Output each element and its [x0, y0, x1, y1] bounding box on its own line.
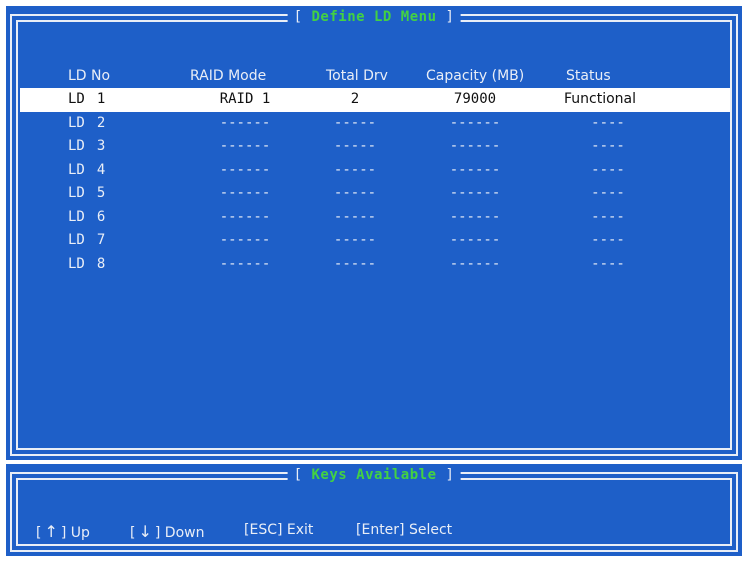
title-bracket-left: [: [293, 9, 303, 25]
total-drv-cell: -----: [333, 232, 377, 248]
raid-mode-cell: ------: [219, 232, 271, 248]
keys-border-outer: [10, 472, 738, 552]
up-arrow-icon: ↑: [44, 522, 58, 541]
ld-prefix: LD: [68, 208, 85, 225]
total-drv-cell: -----: [333, 114, 377, 131]
ld-number: 6: [96, 208, 106, 225]
status-cell: Functional: [564, 91, 637, 107]
enter-key: Enter: [361, 522, 400, 538]
col-ld-no: LD No: [68, 68, 111, 84]
table-header: LD No RAID Mode Total Drv Capacity (MB) …: [20, 64, 730, 88]
capacity-cell: ------: [449, 161, 501, 178]
key-hint-enter: [Enter] Select: [356, 522, 453, 538]
table-body: LD 1 RAID 1 2 79000 Functional LD 2 ------ ----- -…: [20, 88, 730, 276]
status-cell: ----: [591, 255, 625, 272]
ld-row[interactable]: LD 6 ------ ----- ------ ----: [20, 206, 730, 230]
raid-mode-cell: ------: [219, 255, 271, 272]
esc-key: ESC: [249, 522, 277, 538]
ld-label: LD 4: [68, 159, 105, 183]
bios-screen: [ Define LD Menu ] LD No RAID Mode Total…: [0, 0, 748, 562]
ld-prefix: LD: [68, 232, 85, 248]
raid-mode-cell: ------: [219, 114, 271, 131]
ld-table: LD No RAID Mode Total Drv Capacity (MB) …: [20, 64, 730, 276]
keys-title-text: Keys Available: [311, 467, 437, 483]
panel-title: [ Define LD Menu ]: [287, 9, 461, 25]
ld-prefix: LD: [68, 114, 85, 131]
ld-label: LD 5: [68, 182, 105, 206]
keys-title: [ Keys Available ]: [287, 467, 461, 483]
capacity-cell: ------: [449, 208, 501, 225]
key-hint-down-label: Down: [164, 525, 205, 541]
key-hint-up-label: Up: [70, 525, 90, 541]
status-cell: ----: [591, 232, 625, 248]
total-drv-cell: -----: [333, 161, 377, 178]
keys-bracket-left: [: [293, 467, 303, 483]
col-total-drv: Total Drv: [326, 68, 388, 84]
keys-bracket-right: ]: [445, 467, 455, 483]
define-ld-panel: [ Define LD Menu ] LD No RAID Mode Total…: [6, 6, 742, 460]
ld-label: LD 3: [68, 135, 105, 159]
key-hint-esc-label: Exit: [286, 522, 314, 538]
key-hint-down: [↓] Down: [130, 522, 205, 541]
ld-label: LD 6: [68, 206, 105, 230]
raid-mode-cell: RAID 1: [219, 91, 271, 107]
ld-prefix: LD: [68, 91, 85, 107]
ld-row[interactable]: LD 2 ------ ----- ------ ----: [20, 112, 730, 136]
ld-label: LD 1: [68, 88, 105, 112]
status-cell: ----: [591, 185, 625, 201]
raid-mode-cell: ------: [219, 208, 271, 225]
title-bracket-right: ]: [445, 9, 455, 25]
status-cell: ----: [591, 114, 625, 131]
total-drv-cell: 2: [350, 91, 360, 107]
ld-row[interactable]: LD 5 ------ ----- ------ ----: [20, 182, 730, 206]
panel-title-text: Define LD Menu: [311, 9, 437, 25]
status-cell: ----: [591, 138, 625, 154]
ld-number: 3: [96, 138, 106, 154]
total-drv-cell: -----: [333, 185, 377, 201]
ld-prefix: LD: [68, 138, 85, 154]
ld-number: 1: [96, 91, 106, 107]
keys-panel: [ Keys Available ] [↑] Up [↓] Down [ESC]…: [6, 464, 742, 556]
ld-number: 2: [96, 114, 106, 131]
col-raid-mode: RAID Mode: [190, 68, 267, 84]
ld-label: LD 2: [68, 112, 105, 136]
capacity-cell: ------: [449, 138, 501, 154]
raid-mode-cell: ------: [219, 185, 271, 201]
status-cell: ----: [591, 161, 625, 178]
ld-prefix: LD: [68, 161, 85, 178]
ld-number: 5: [96, 185, 106, 201]
raid-mode-cell: ------: [219, 161, 271, 178]
total-drv-cell: -----: [333, 208, 377, 225]
status-cell: ----: [591, 208, 625, 225]
capacity-cell: ------: [449, 232, 501, 248]
capacity-cell: ------: [449, 255, 501, 272]
ld-number: 7: [96, 232, 106, 248]
total-drv-cell: -----: [333, 138, 377, 154]
ld-label: LD 7: [68, 229, 105, 253]
ld-number: 8: [96, 255, 106, 272]
ld-row[interactable]: LD 7 ------ ----- ------ ----: [20, 229, 730, 253]
raid-mode-cell: ------: [219, 138, 271, 154]
key-hint-esc: [ESC] Exit: [244, 522, 314, 538]
ld-row-selected[interactable]: LD 1 RAID 1 2 79000 Functional: [20, 88, 730, 112]
ld-label: LD 8: [68, 253, 105, 277]
ld-number: 4: [96, 161, 106, 178]
ld-row[interactable]: LD 4 ------ ----- ------ ----: [20, 159, 730, 183]
key-hint-up: [↑] Up: [36, 522, 90, 541]
down-arrow-icon: ↓: [138, 522, 152, 541]
capacity-cell: 79000: [453, 91, 497, 107]
col-status: Status: [566, 68, 611, 84]
total-drv-cell: -----: [333, 255, 377, 272]
ld-prefix: LD: [68, 255, 85, 272]
capacity-cell: ------: [449, 114, 501, 131]
key-hint-enter-label: Select: [408, 522, 453, 538]
capacity-cell: ------: [449, 185, 501, 201]
ld-row[interactable]: LD 8 ------ ----- ------ ----: [20, 253, 730, 277]
ld-row[interactable]: LD 3 ------ ----- ------ ----: [20, 135, 730, 159]
col-capacity: Capacity (MB): [426, 68, 525, 84]
ld-prefix: LD: [68, 185, 85, 201]
